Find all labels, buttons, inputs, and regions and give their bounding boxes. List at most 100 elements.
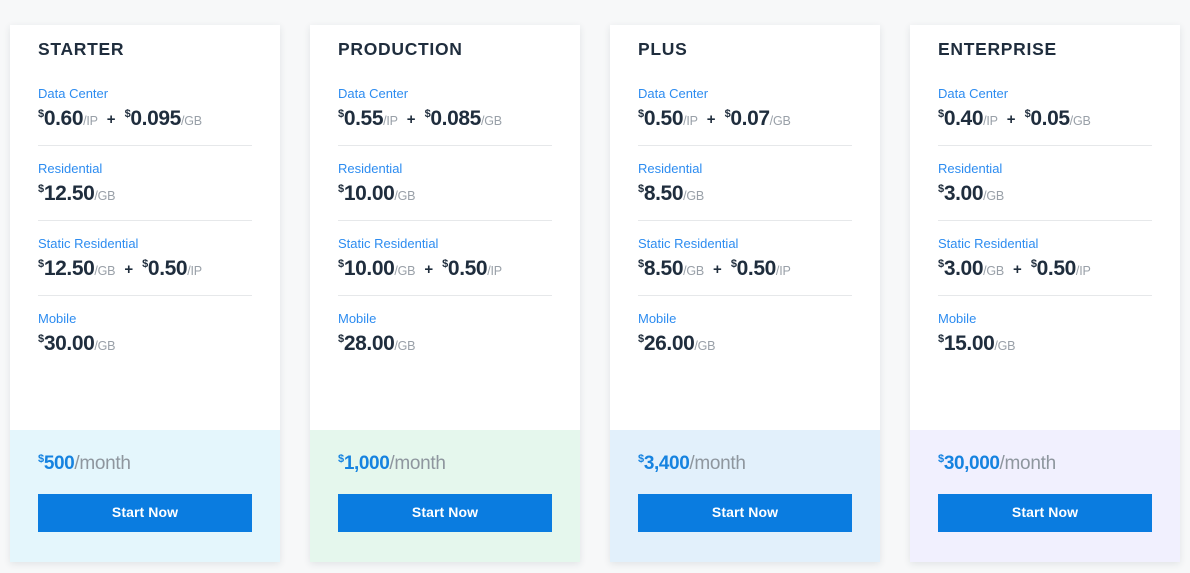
monthly-amount: 500 (43, 452, 75, 474)
price-chunk: $0.085/GB (424, 107, 503, 131)
plan-title: PRODUCTION (338, 39, 463, 59)
feature-label: Data Center (938, 86, 1009, 101)
price-unit: /IP (775, 263, 791, 278)
plus-icon: + (706, 110, 716, 128)
price-amount: 0.55 (343, 106, 384, 130)
start-now-button[interactable]: Start Now (38, 493, 252, 532)
currency-symbol: $ (638, 107, 644, 120)
price-amount: 12.50 (43, 256, 95, 280)
feature-row: Residential $10.00/GB (338, 146, 552, 222)
plan-title: PLUS (638, 39, 688, 59)
price-amount: 3.00 (943, 256, 984, 280)
price-chunk: $0.07/GB (725, 107, 791, 131)
monthly-price: $3,400/month (638, 453, 852, 475)
price-line: $8.50/GB (638, 182, 852, 206)
price-unit: /GB (180, 113, 202, 128)
currency-symbol: $ (38, 182, 44, 195)
feature-label: Residential (638, 161, 703, 177)
feature-label: Data Center (638, 86, 709, 101)
currency-symbol: $ (938, 107, 944, 120)
price-amount: 26.00 (643, 331, 695, 355)
start-now-button[interactable]: Start Now (938, 493, 1152, 532)
price-unit: /GB (983, 188, 1005, 203)
plus-icon: + (713, 260, 722, 278)
currency-symbol: $ (142, 257, 148, 270)
feature-row: Data Center $0.60/IP + $0.095/GB (38, 86, 252, 147)
feature-row: Residential $8.50/GB (638, 146, 852, 222)
price-unit: /GB (694, 338, 716, 353)
plus-icon: + (1006, 110, 1016, 128)
currency-symbol: $ (938, 332, 944, 345)
price-unit: /IP (487, 263, 502, 278)
price-chunk: $0.50/IP (1031, 257, 1091, 281)
currency-symbol: $ (338, 257, 344, 270)
price-amount: 0.50 (1036, 256, 1077, 280)
plus-icon: + (106, 110, 116, 128)
currency-symbol: $ (338, 107, 344, 120)
price-amount: 0.60 (43, 106, 84, 130)
feature-label: Data Center (38, 86, 109, 101)
price-amount: 10.00 (343, 181, 395, 205)
feature-label: Static Residential (338, 236, 439, 252)
price-amount: 8.50 (643, 256, 684, 280)
price-unit: /GB (1069, 113, 1091, 128)
plus-icon: + (406, 110, 416, 128)
price-amount: 0.50 (643, 106, 684, 130)
plan-card-body: PLUS Data Center $0.50/IP + $0.07/GB Resident… (610, 25, 880, 430)
price-unit: /GB (394, 188, 416, 203)
price-unit: /GB (480, 113, 502, 128)
price-line: $3.00/GB (938, 182, 1152, 206)
plan-card-footer: $3,400/month Start Now (610, 429, 880, 562)
feature-label: Mobile (338, 311, 377, 327)
price-chunk: $0.50/IP (442, 257, 502, 281)
price-line: $8.50/GB + $0.50/IP (638, 257, 852, 281)
currency-symbol: $ (730, 257, 737, 270)
currency-symbol: $ (338, 182, 344, 195)
price-amount: 0.50 (147, 256, 188, 280)
feature-label: Static Residential (938, 236, 1039, 252)
price-amount: 0.50 (736, 256, 777, 280)
start-now-button[interactable]: Start Now (338, 493, 552, 532)
feature-row: Data Center $0.40/IP + $0.05/GB (938, 86, 1152, 147)
monthly-currency-symbol: $ (338, 452, 344, 465)
monthly-period: /month (689, 452, 746, 474)
currency-symbol: $ (124, 107, 131, 120)
feature-row: Residential $3.00/GB (938, 146, 1152, 222)
monthly-price: $1,000/month (338, 453, 552, 475)
price-amount: 3.00 (943, 181, 984, 205)
price-chunk: $8.50/GB (638, 257, 704, 281)
currency-symbol: $ (638, 257, 644, 270)
currency-symbol: $ (442, 257, 448, 270)
price-amount: 0.40 (943, 106, 984, 130)
price-chunk: $12.50/GB (38, 181, 116, 206)
feature-row: Data Center $0.50/IP + $0.07/GB (638, 86, 852, 147)
plan-card: ENTERPRISE Data Center $0.40/IP + $0.05/GB Re… (910, 25, 1180, 562)
price-unit: /IP (83, 113, 98, 128)
currency-symbol: $ (938, 182, 944, 195)
currency-symbol: $ (1030, 257, 1037, 270)
feature-row: Mobile $15.00/GB (938, 296, 1152, 364)
price-unit: /IP (983, 113, 998, 128)
feature-label: Mobile (638, 311, 677, 327)
currency-symbol: $ (38, 107, 44, 120)
price-amount: 12.50 (43, 181, 95, 205)
price-unit: /IP (187, 263, 202, 278)
feature-row: Mobile $28.00/GB (338, 296, 552, 364)
price-line: $28.00/GB (338, 332, 552, 356)
monthly-amount: 3,400 (643, 452, 690, 474)
price-chunk: $0.50/IP (142, 257, 202, 281)
start-now-button[interactable]: Start Now (638, 493, 852, 532)
price-line: $0.50/IP + $0.07/GB (638, 107, 852, 131)
currency-symbol: $ (424, 107, 431, 120)
feature-row: Mobile $26.00/GB (638, 296, 852, 364)
monthly-price: $500/month (38, 453, 252, 475)
price-unit: /GB (683, 188, 705, 203)
plus-icon: + (124, 260, 134, 278)
price-chunk: $0.05/GB (1025, 107, 1091, 131)
price-chunk: $0.50/IP (731, 257, 791, 281)
price-amount: 8.50 (643, 181, 684, 205)
currency-symbol: $ (938, 257, 944, 270)
monthly-currency-symbol: $ (938, 452, 944, 465)
monthly-period: /month (389, 452, 446, 474)
plan-card: PLUS Data Center $0.50/IP + $0.07/GB Resident… (610, 25, 880, 562)
